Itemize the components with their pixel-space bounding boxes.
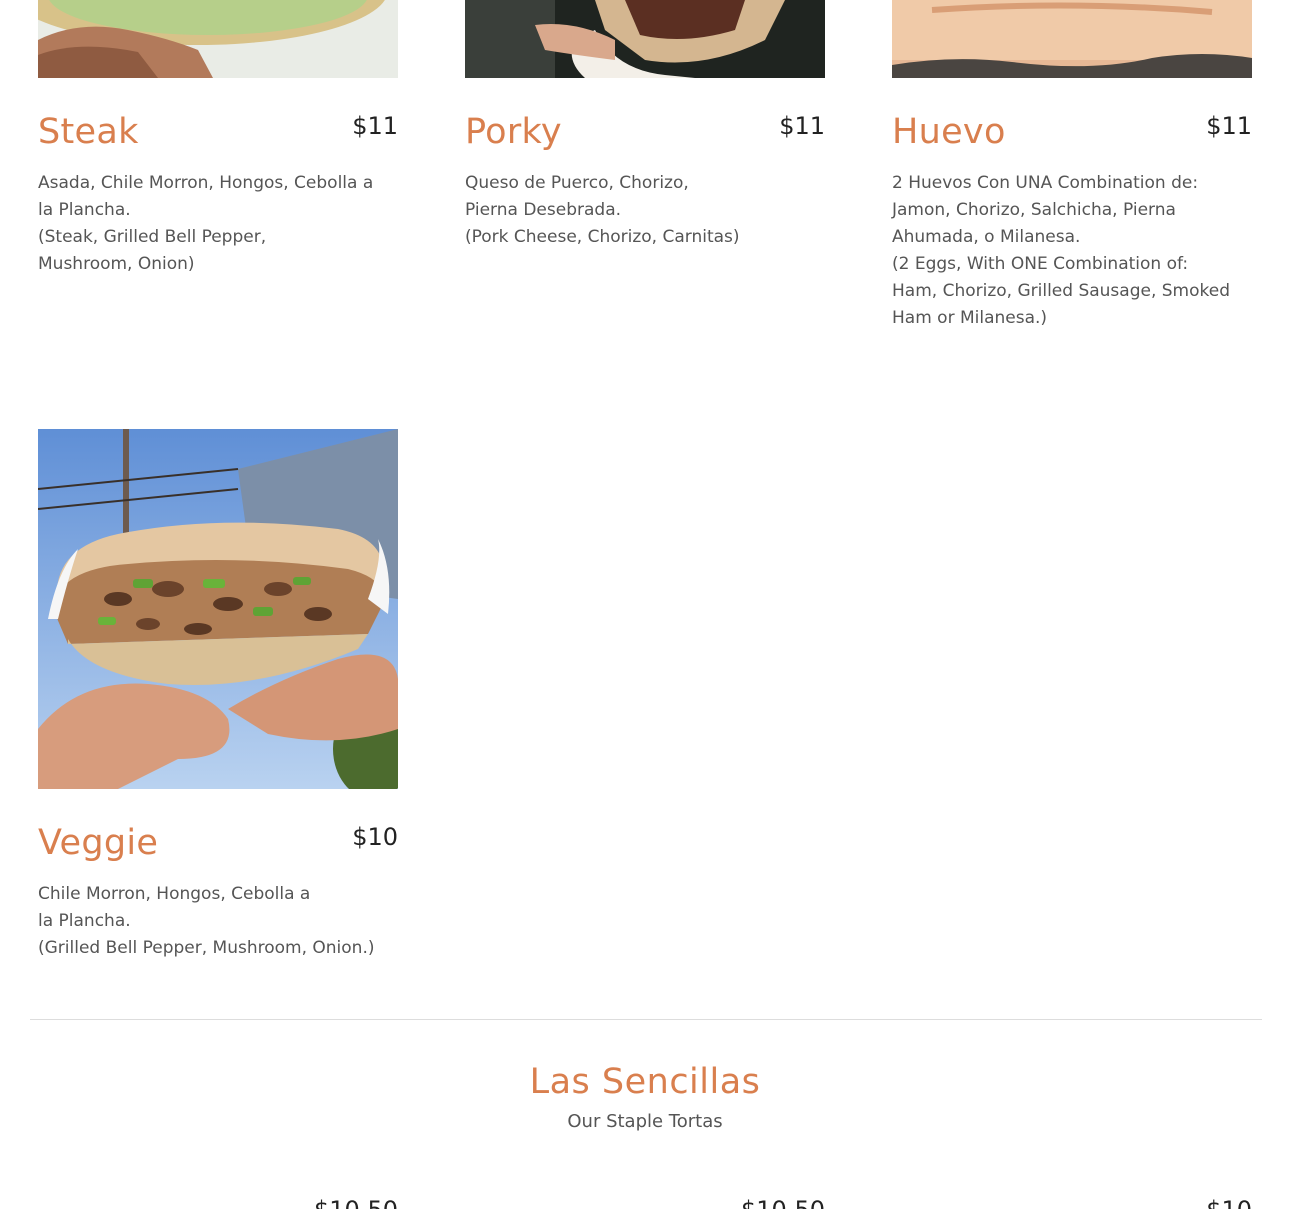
huevo-photo [892,0,1252,78]
steak-photo [38,0,398,78]
item-title: Porky [465,112,562,152]
section-divider [30,1019,1262,1020]
porky-photo [465,0,825,78]
item-price: $10 [1132,1196,1252,1209]
section-subtitle: Our Staple Tortas [567,1111,723,1132]
item-price: $10.50 [705,1196,825,1209]
item-price: $11 [779,112,825,140]
item-title: Huevo [892,112,1006,152]
item-description: 2 Huevos Con UNA Combination de: Jamon, … [892,173,1230,328]
section-title: Las Sencillas [529,1062,761,1102]
item-price: $10 [352,823,398,851]
item-title: Steak [38,112,139,152]
item-price: $10.50 [278,1196,398,1209]
item-description: Asada, Chile Morron, Hongos, Cebolla a l… [38,173,374,274]
item-title: Veggie [38,823,159,863]
item-description: Queso de Puerco, Chorizo, Pierna Desebra… [465,173,740,247]
item-description: Chile Morron, Hongos, Cebolla a la Planc… [38,884,375,958]
veggie-photo [38,429,398,789]
item-price: $11 [1206,112,1252,140]
item-price: $11 [352,112,398,140]
